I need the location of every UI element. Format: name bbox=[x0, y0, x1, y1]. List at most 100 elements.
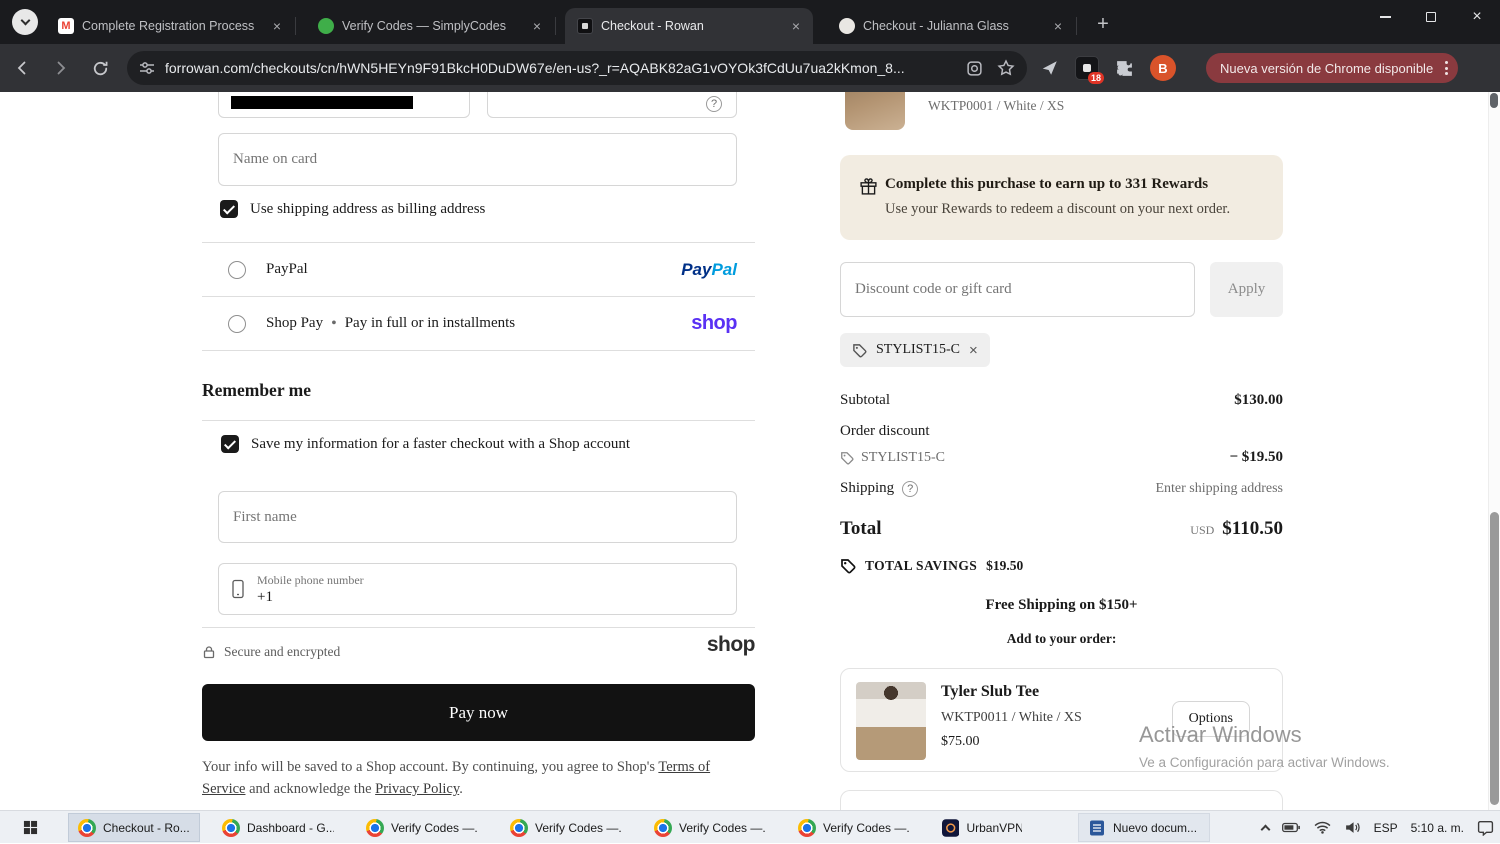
tab-search-button[interactable] bbox=[12, 9, 38, 35]
close-icon[interactable]: × bbox=[787, 17, 805, 35]
scrollbar-thumb[interactable] bbox=[1490, 512, 1499, 805]
tab-verify-codes[interactable]: Verify Codes — SimplyCodes × bbox=[306, 8, 556, 44]
footnote-text: Your info will be saved to a Shop accoun… bbox=[202, 759, 659, 775]
first-name-input[interactable] bbox=[218, 491, 737, 543]
clock[interactable]: 5:10 a. m. bbox=[1411, 821, 1464, 835]
total-value: $110.50 bbox=[1222, 518, 1283, 539]
extension-icon[interactable] bbox=[1041, 59, 1059, 77]
card-security-field-partial[interactable]: ? bbox=[487, 92, 737, 118]
paypal-option[interactable]: PayPal PayPal bbox=[202, 242, 755, 296]
chrome-update-label: Nueva versión de Chrome disponible bbox=[1220, 60, 1434, 76]
maximize-icon bbox=[1426, 12, 1436, 22]
legal-footnote: Your info will be saved to a Shop accoun… bbox=[202, 756, 755, 801]
reload-button[interactable] bbox=[83, 51, 117, 85]
footnote-text: and acknowledge the bbox=[245, 781, 376, 798]
total-label: Total bbox=[840, 518, 882, 539]
simplycodes-icon bbox=[318, 18, 334, 34]
start-button[interactable] bbox=[8, 813, 52, 842]
url-text[interactable]: forrowan.com/checkouts/cn/hWN5HEYn9F91Bk… bbox=[165, 60, 958, 76]
forward-button[interactable] bbox=[44, 51, 78, 85]
redacted-value bbox=[231, 96, 413, 109]
chrome-update-chip[interactable]: Nueva versión de Chrome disponible bbox=[1206, 53, 1459, 83]
taskbar-label: Verify Codes —... bbox=[679, 820, 766, 835]
tray-expand-icon[interactable] bbox=[1260, 824, 1271, 835]
chrome-icon bbox=[510, 818, 528, 837]
battery-icon[interactable] bbox=[1281, 822, 1301, 833]
apply-button[interactable]: Apply bbox=[1210, 262, 1283, 317]
close-icon[interactable]: × bbox=[528, 17, 546, 35]
taskbar-item-urbanvpn[interactable]: UrbanVPN bbox=[932, 813, 1032, 842]
menu-dots-icon[interactable] bbox=[1445, 61, 1449, 75]
save-info-label: Save my information for a faster checkou… bbox=[251, 435, 631, 452]
taskbar-item-verify-2[interactable]: Verify Codes —... bbox=[500, 813, 632, 842]
paypal-radio[interactable] bbox=[228, 260, 246, 279]
card-expiry-field-partial[interactable] bbox=[218, 92, 470, 118]
pay-now-button[interactable]: Pay now bbox=[202, 684, 755, 741]
billing-address-checkbox[interactable] bbox=[220, 200, 238, 218]
discount-code-input[interactable] bbox=[840, 262, 1195, 317]
privacy-link[interactable]: Privacy Policy bbox=[375, 781, 459, 797]
extension-badge: 18 bbox=[1087, 72, 1104, 84]
product-image bbox=[845, 92, 905, 130]
taskbar-item-dashboard[interactable]: Dashboard - G... bbox=[212, 813, 344, 842]
network-icon[interactable] bbox=[1314, 821, 1331, 834]
phone-value: +1 bbox=[257, 588, 273, 605]
save-info-checkbox[interactable] bbox=[221, 435, 239, 453]
notification-icon[interactable] bbox=[1477, 819, 1494, 836]
reload-icon bbox=[93, 61, 107, 75]
order-summary: WKTP0001 / White / XS Complete this purc… bbox=[840, 92, 1283, 810]
start-icon bbox=[23, 820, 37, 835]
extension-badged-icon[interactable]: 18 bbox=[1075, 56, 1104, 84]
phone-icon bbox=[232, 579, 244, 599]
rewards-banner: Complete this purchase to earn up to 331… bbox=[840, 155, 1283, 240]
billing-address-checkbox-row: Use shipping address as billing address bbox=[220, 200, 485, 218]
shop-pay-radio[interactable] bbox=[228, 314, 246, 333]
tab-checkout-rowan[interactable]: Checkout - Rowan × bbox=[565, 8, 813, 44]
extensions-puzzle-icon[interactable] bbox=[1115, 59, 1134, 78]
screen: M Complete Registration Process × Verify… bbox=[0, 0, 1500, 843]
back-button[interactable] bbox=[5, 51, 39, 85]
tab-checkout-julianna[interactable]: Checkout - Julianna Glass × bbox=[827, 8, 1077, 44]
secure-note-label: Secure and encrypted bbox=[224, 644, 341, 659]
lens-icon[interactable] bbox=[966, 60, 983, 77]
footnote-text: . bbox=[459, 781, 463, 798]
shipping-help-icon[interactable]: ? bbox=[902, 480, 919, 497]
close-window-button[interactable]: × bbox=[1454, 0, 1500, 34]
chrome-icon bbox=[366, 818, 384, 837]
minimize-button[interactable] bbox=[1362, 0, 1408, 34]
taskbar-item-checkout[interactable]: Checkout - Ro... bbox=[68, 813, 200, 842]
paypal-label: PayPal bbox=[266, 261, 308, 277]
shop-pay-label: Shop Pay bbox=[266, 315, 324, 331]
tag-icon bbox=[841, 559, 856, 574]
remove-discount-icon[interactable]: × bbox=[969, 343, 978, 358]
language-indicator[interactable]: ESP bbox=[1374, 821, 1398, 835]
taskbar-item-verify-4[interactable]: Verify Codes —... bbox=[788, 813, 920, 842]
order-discount-label: Order discount bbox=[840, 423, 930, 439]
bookmark-star-icon[interactable] bbox=[997, 59, 1015, 77]
close-icon[interactable]: × bbox=[1049, 17, 1067, 35]
scrollbar-track[interactable] bbox=[1488, 92, 1500, 810]
scrollbar-top-stub[interactable] bbox=[1490, 93, 1498, 108]
maximize-button[interactable] bbox=[1408, 0, 1454, 34]
shop-pay-logo: shop bbox=[691, 312, 737, 334]
chrome-icon bbox=[654, 818, 672, 837]
close-icon[interactable]: × bbox=[268, 17, 286, 35]
shop-pay-option[interactable]: Shop Pay • Pay in full or in installment… bbox=[202, 296, 755, 350]
tab-complete-registration[interactable]: M Complete Registration Process × bbox=[46, 8, 296, 44]
julianna-icon bbox=[839, 18, 855, 34]
name-on-card-input[interactable] bbox=[218, 133, 737, 186]
upsell-variant: WKTP0011 / White / XS bbox=[941, 710, 1082, 725]
site-settings-icon[interactable] bbox=[139, 60, 155, 76]
taskbar-item-verify-1[interactable]: Verify Codes —... bbox=[356, 813, 488, 842]
help-icon[interactable]: ? bbox=[706, 96, 722, 112]
gift-icon bbox=[860, 178, 877, 195]
taskbar-item-document[interactable]: Nuevo docum... bbox=[1078, 813, 1210, 842]
phone-input[interactable]: Mobile phone number +1 bbox=[218, 563, 737, 615]
taskbar-item-verify-3[interactable]: Verify Codes —... bbox=[644, 813, 776, 842]
order-discount-value: − $19.50 bbox=[1229, 449, 1283, 465]
volume-icon[interactable] bbox=[1344, 820, 1361, 835]
applied-discount-chip: STYLIST15-C × bbox=[840, 333, 990, 367]
profile-avatar[interactable]: B bbox=[1150, 55, 1176, 81]
address-bar[interactable]: forrowan.com/checkouts/cn/hWN5HEYn9F91Bk… bbox=[127, 51, 1027, 85]
new-tab-button[interactable]: + bbox=[1090, 11, 1116, 37]
